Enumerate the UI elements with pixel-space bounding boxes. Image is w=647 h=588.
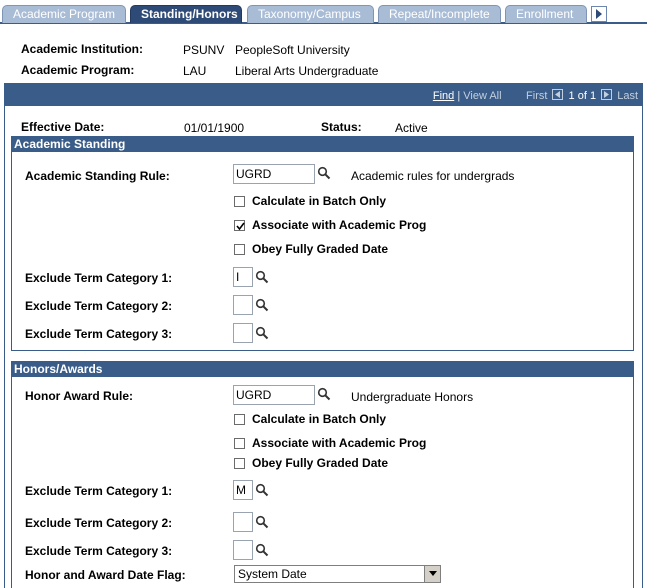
honor-assoc-prog-label: Associate with Academic Prog [252, 436, 427, 450]
honor-rule-input[interactable]: UGRD [233, 385, 315, 405]
standing-exclude-2-input[interactable] [233, 295, 253, 315]
last-link[interactable]: Last [617, 90, 638, 102]
honor-exclude-2-input[interactable] [233, 512, 253, 532]
honor-rule-description: Undergraduate Honors [351, 390, 474, 404]
honor-obey-graded-label: Obey Fully Graded Date [252, 456, 389, 470]
program-label: Academic Program: [21, 63, 135, 77]
standing-assoc-prog-label: Associate with Academic Prog [252, 218, 427, 232]
find-link[interactable]: Find [433, 90, 454, 102]
academic-standing-section: Academic Standing Academic Standing Rule… [11, 136, 634, 351]
standing-obey-graded-label: Obey Fully Graded Date [252, 242, 389, 256]
institution-code: PSUNV [183, 43, 225, 57]
standing-exclude-2-label: Exclude Term Category 2: [25, 299, 173, 313]
tab-enrollment[interactable]: Enrollment [505, 5, 587, 23]
standing-exclude-2-lookup-icon[interactable] [255, 298, 269, 312]
dropdown-arrow-icon[interactable] [424, 566, 440, 582]
tab-repeat-incomplete[interactable]: Repeat/Incomplete [378, 5, 501, 23]
honor-exclude-1-lookup-icon[interactable] [255, 483, 269, 497]
next-icon[interactable] [601, 89, 613, 100]
program-name: Liberal Arts Undergraduate [235, 64, 379, 78]
institution-name: PeopleSoft University [235, 43, 350, 57]
honor-exclude-3-lookup-icon[interactable] [255, 543, 269, 557]
honor-exclude-2-lookup-icon[interactable] [255, 515, 269, 529]
grid-navigation: Find | View All First 1 of 1 Last [433, 89, 638, 102]
standing-exclude-1-lookup-icon[interactable] [255, 270, 269, 284]
honors-awards-header: Honors/Awards [12, 362, 633, 377]
standing-assoc-prog-checkbox[interactable] [234, 220, 245, 231]
institution-label: Academic Institution: [21, 42, 144, 56]
standing-exclude-3-input[interactable] [233, 323, 253, 343]
previous-icon[interactable] [552, 89, 564, 100]
honor-calc-batch-label: Calculate in Batch Only [252, 412, 387, 426]
standing-rule-lookup-icon[interactable] [317, 166, 331, 180]
row-count: 1 of 1 [568, 90, 597, 102]
standing-calc-batch-checkbox[interactable] [234, 196, 245, 207]
standing-rule-description: Academic rules for undergrads [351, 169, 515, 183]
standing-exclude-1-label: Exclude Term Category 1: [25, 271, 173, 285]
honor-exclude-3-input[interactable] [233, 540, 253, 560]
honor-exclude-3-label: Exclude Term Category 3: [25, 544, 173, 558]
standing-exclude-1-input[interactable]: I [233, 267, 253, 287]
standing-exclude-3-lookup-icon[interactable] [255, 326, 269, 340]
status-label: Status: [321, 120, 362, 134]
honor-exclude-1-label: Exclude Term Category 1: [25, 484, 173, 498]
honor-date-flag-select[interactable]: System Date [234, 565, 441, 583]
honor-rule-lookup-icon[interactable] [317, 387, 331, 401]
tab-scroll-right-icon[interactable] [591, 6, 607, 22]
view-all-link[interactable]: View All [463, 90, 501, 102]
first-link[interactable]: First [526, 90, 547, 102]
honor-rule-label: Honor Award Rule: [25, 389, 134, 403]
standing-exclude-3-label: Exclude Term Category 3: [25, 327, 173, 341]
honor-obey-graded-checkbox[interactable] [234, 458, 245, 469]
academic-standing-header: Academic Standing [12, 137, 633, 152]
tab-taxonomy-campus[interactable]: Taxonomy/Campus [247, 5, 374, 23]
honor-date-flag-label: Honor and Award Date Flag: [25, 568, 186, 582]
honors-awards-section: Honors/Awards Honor Award Rule: UGRD Und… [11, 361, 634, 588]
honor-assoc-prog-checkbox[interactable] [234, 438, 245, 449]
grid-header: Find | View All First 1 of 1 Last [5, 84, 642, 106]
program-code: LAU [183, 64, 207, 78]
honor-exclude-1-input[interactable]: M [233, 480, 253, 500]
honor-exclude-2-label: Exclude Term Category 2: [25, 516, 173, 530]
status-value: Active [395, 121, 428, 135]
nav-separator: | [457, 90, 461, 102]
tab-bar: Academic Program Standing/Honors Taxonom… [0, 0, 647, 24]
tab-standing-honors[interactable]: Standing/Honors [130, 5, 242, 23]
standing-obey-graded-checkbox[interactable] [234, 244, 245, 255]
standing-rule-label: Academic Standing Rule: [25, 169, 170, 183]
honor-date-flag-value: System Date [238, 567, 307, 581]
honor-calc-batch-checkbox[interactable] [234, 414, 245, 425]
tab-academic-program[interactable]: Academic Program [2, 5, 126, 23]
effective-dated-grid: Find | View All First 1 of 1 Last Effect… [4, 83, 643, 588]
effective-date-value: 01/01/1900 [184, 121, 245, 135]
effective-date-label: Effective Date: [21, 120, 105, 134]
standing-calc-batch-label: Calculate in Batch Only [252, 194, 387, 208]
standing-rule-input[interactable]: UGRD [233, 164, 315, 184]
